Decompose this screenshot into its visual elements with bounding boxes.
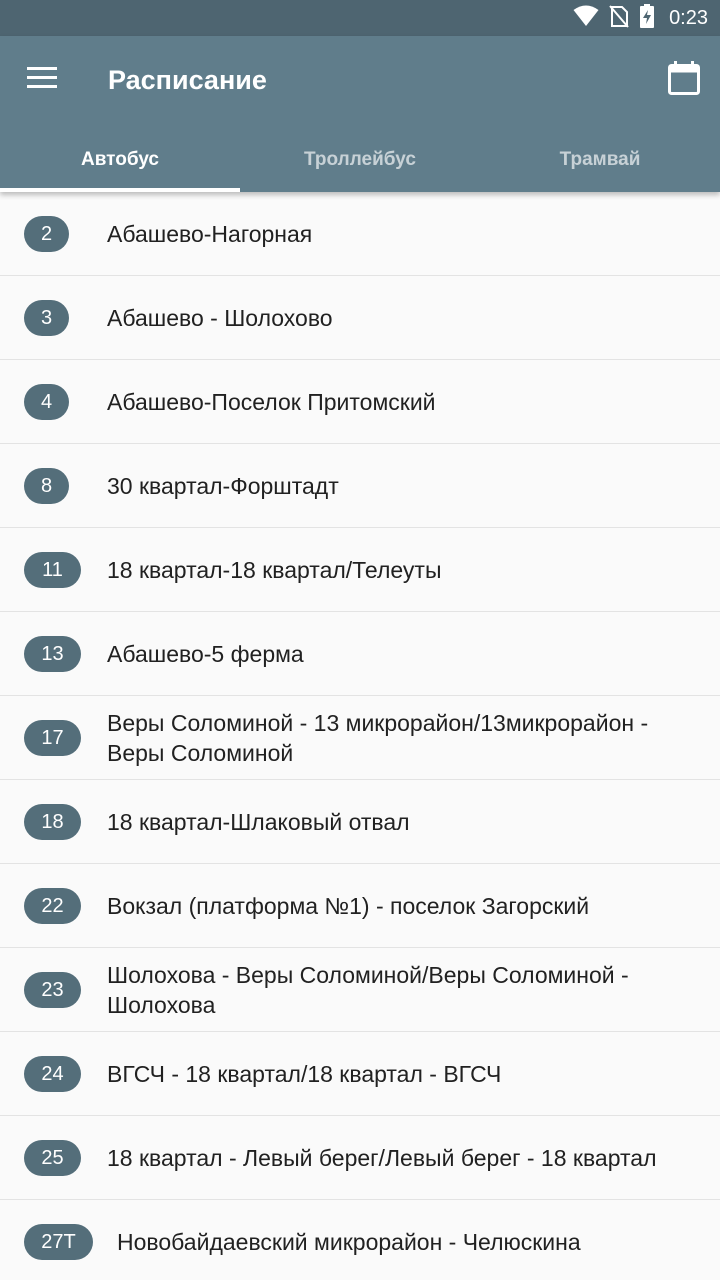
route-name: ВГСЧ - 18 квартал/18 квартал - ВГСЧ xyxy=(107,1061,502,1087)
no-sim-icon xyxy=(609,4,629,33)
list-item[interactable]: 23 Шолохова - Веры Соломиной/Веры Соломи… xyxy=(0,948,720,1032)
route-number-badge: 17 xyxy=(24,720,81,756)
status-time: 0:23 xyxy=(669,6,708,29)
list-item[interactable]: 11 18 квартал-18 квартал/Телеуты xyxy=(0,528,720,612)
battery-charging-icon xyxy=(639,3,655,33)
route-number-badge: 11 xyxy=(24,552,81,588)
route-name: Веры Соломиной - 13 микрорайон/13микрора… xyxy=(107,710,649,766)
route-name: Шолохова - Веры Соломиной/Веры Соломиной… xyxy=(107,962,629,1018)
list-item[interactable]: 25 18 квартал - Левый берег/Левый берег … xyxy=(0,1116,720,1200)
route-number-badge: 22 xyxy=(24,888,81,924)
route-name: Абашево - Шолохово xyxy=(107,305,333,331)
route-name: Абашево-Поселок Притомский xyxy=(107,389,436,415)
menu-button[interactable] xyxy=(22,60,62,100)
route-number-badge: 25 xyxy=(24,1140,81,1176)
route-number-badge: 23 xyxy=(24,972,81,1008)
route-name: 30 квартал-Форштадт xyxy=(107,473,339,499)
route-number-badge: 27Т xyxy=(24,1224,93,1260)
calendar-button[interactable] xyxy=(664,58,704,102)
route-name: Абашево-5 ферма xyxy=(107,641,304,667)
route-number-badge: 8 xyxy=(24,468,69,504)
route-name: 18 квартал - Левый берег/Левый берег - 1… xyxy=(107,1145,657,1171)
list-item[interactable]: 24 ВГСЧ - 18 квартал/18 квартал - ВГСЧ xyxy=(0,1032,720,1116)
route-number-badge: 13 xyxy=(24,636,81,672)
list-item[interactable]: 2 Абашево-Нагорная xyxy=(0,192,720,276)
tab-bus[interactable]: Автобус xyxy=(0,132,240,192)
tab-tram[interactable]: Трамвай xyxy=(480,132,720,192)
route-list: 2 Абашево-Нагорная 3 Абашево - Шолохово … xyxy=(0,192,720,1280)
route-name: Новобайдаевский микрорайон - Челюскина xyxy=(117,1229,581,1255)
wifi-icon xyxy=(573,5,599,32)
list-item[interactable]: 17 Веры Соломиной - 13 микрорайон/13микр… xyxy=(0,696,720,780)
menu-icon xyxy=(27,66,57,94)
route-number-badge: 24 xyxy=(24,1056,81,1092)
route-number-badge: 4 xyxy=(24,384,69,420)
tab-trolleybus[interactable]: Троллейбус xyxy=(240,132,480,192)
list-item[interactable]: 8 30 квартал-Форштадт xyxy=(0,444,720,528)
route-number-badge: 2 xyxy=(24,216,69,252)
route-name: 18 квартал-18 квартал/Телеуты xyxy=(107,557,442,583)
route-name: Вокзал (платформа №1) - поселок Загорски… xyxy=(107,893,590,919)
page-title: Расписание xyxy=(108,65,267,95)
list-item[interactable]: 4 Абашево-Поселок Притомский xyxy=(0,360,720,444)
list-item[interactable]: 27Т Новобайдаевский микрорайон - Челюски… xyxy=(0,1200,720,1280)
route-name: Абашево-Нагорная xyxy=(107,221,313,247)
route-name: 18 квартал-Шлаковый отвал xyxy=(107,809,410,835)
app-bar: Расписание Автобус Троллейбус Трамвай xyxy=(0,36,720,192)
list-item[interactable]: 22 Вокзал (платформа №1) - поселок Загор… xyxy=(0,864,720,948)
list-item[interactable]: 13 Абашево-5 ферма xyxy=(0,612,720,696)
tab-bar: Автобус Троллейбус Трамвай xyxy=(0,132,720,192)
list-item[interactable]: 18 18 квартал-Шлаковый отвал xyxy=(0,780,720,864)
list-item[interactable]: 3 Абашево - Шолохово xyxy=(0,276,720,360)
calendar-icon xyxy=(668,60,700,100)
route-number-badge: 18 xyxy=(24,804,81,840)
status-bar: 0:23 xyxy=(0,0,720,36)
status-icons: 0:23 xyxy=(573,0,708,36)
route-number-badge: 3 xyxy=(24,300,69,336)
